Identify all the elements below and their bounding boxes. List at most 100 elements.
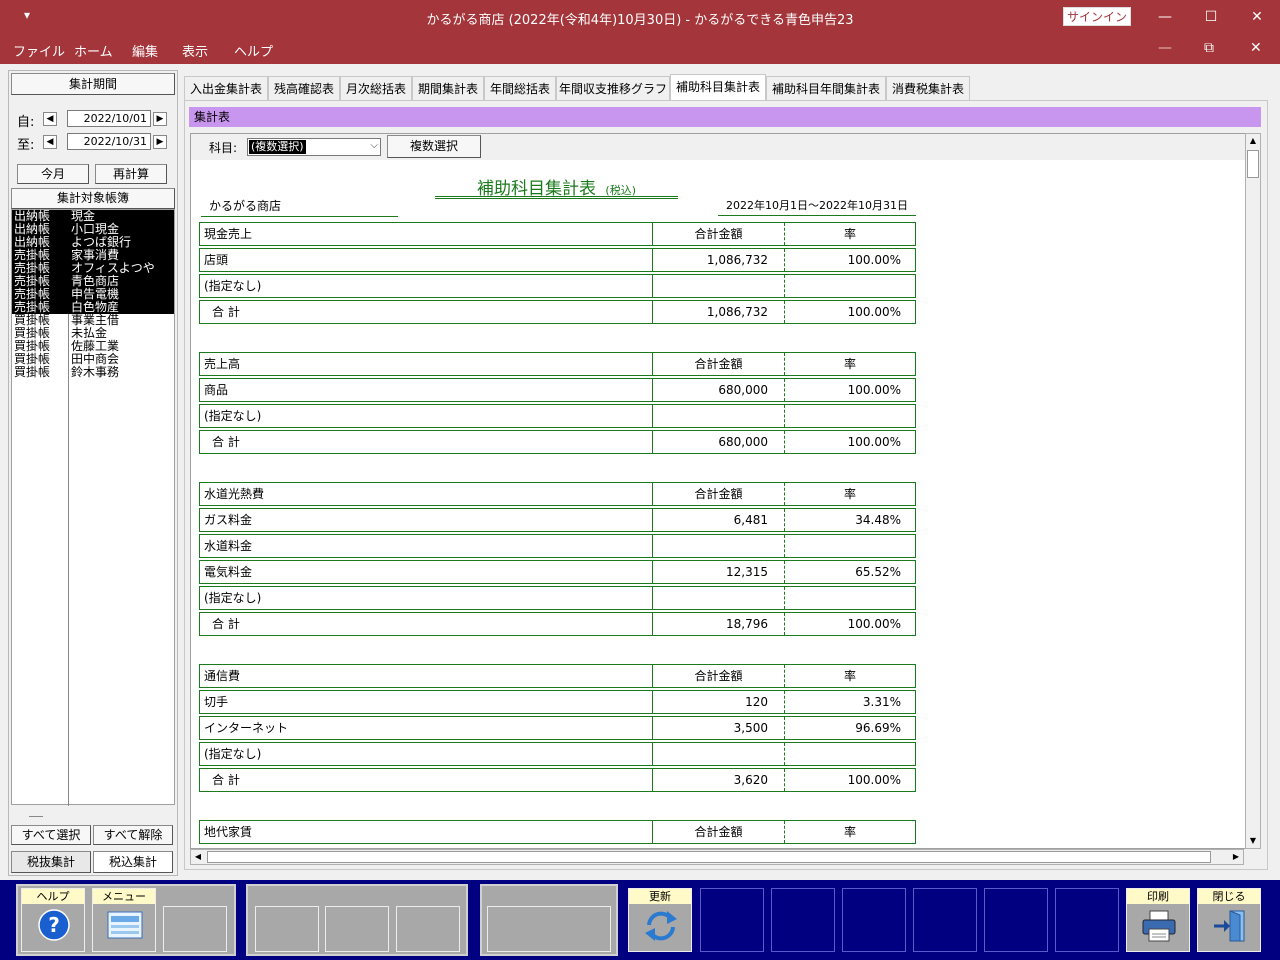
amount-cell: 3,500 — [652, 717, 784, 739]
tab-annual[interactable]: 年間総括表 — [484, 76, 556, 100]
scroll-up-icon[interactable]: ▲ — [1246, 134, 1260, 148]
rate-cell: 96.69% — [784, 717, 915, 739]
menu-edit[interactable]: 編集 — [132, 41, 158, 60]
tax-excl-button[interactable]: 税抜集計 — [11, 851, 91, 873]
rate-cell — [784, 587, 915, 609]
menu-home[interactable]: ホーム — [74, 41, 113, 60]
empty-key-4 — [396, 906, 460, 952]
menu-key[interactable]: メニュー — [92, 888, 156, 952]
amount-cell: 合計金額 — [652, 665, 784, 687]
panel-title: 集計表 — [189, 107, 1261, 127]
fkey-group-1: ヘルプ ? メニュー — [16, 884, 236, 956]
table-row: (指定なし) — [199, 742, 916, 766]
hscroll-thumb[interactable] — [207, 851, 1211, 863]
scroll-down-icon[interactable]: ▼ — [1246, 834, 1260, 848]
maximize-button[interactable]: ☐ — [1188, 0, 1234, 34]
to-next-arrow-icon[interactable]: ▶ — [153, 135, 167, 149]
scroll-left-icon[interactable]: ◀ — [191, 850, 205, 864]
tab-monthly[interactable]: 月次総括表 — [340, 76, 412, 100]
to-date-field[interactable]: 2022/10/31 — [67, 133, 151, 150]
svg-text:?: ? — [48, 913, 60, 937]
menu-key-label: メニュー — [93, 889, 155, 904]
scroll-right-icon[interactable]: ▶ — [1229, 850, 1243, 864]
to-prev-arrow-icon[interactable]: ◀ — [43, 135, 57, 149]
tab-sub-account[interactable]: 補助科目集計表 — [670, 74, 766, 100]
rate-cell: 34.48% — [784, 509, 915, 531]
minimize-button[interactable]: — — [1142, 0, 1188, 34]
rate-cell: 率 — [784, 483, 915, 505]
tab-period[interactable]: 期間集計表 — [412, 76, 484, 100]
tab-balance[interactable]: 残高確認表 — [268, 76, 340, 100]
from-prev-arrow-icon[interactable]: ◀ — [43, 112, 57, 126]
doc-minimize-button[interactable]: — — [1158, 40, 1172, 56]
deselect-all-button[interactable]: すべて解除 — [93, 825, 173, 845]
report-toolbar: 科目: (複数選択) ⌵ 複数選択 — [191, 134, 1247, 160]
books-header[interactable]: 集計対象帳簿 — [11, 188, 175, 209]
rate-cell — [784, 275, 915, 297]
report-area: 科目: (複数選択) ⌵ 複数選択 補助科目集計表 (税込) かるがる商店 20… — [190, 133, 1248, 849]
empty-slot-2 — [771, 888, 835, 952]
chevron-down-icon[interactable]: ⌵ — [370, 140, 378, 151]
doc-restore-button[interactable]: ⧉ — [1204, 40, 1214, 56]
label-cell: 合 計 — [212, 435, 240, 449]
main-panel: 集計表 科目: (複数選択) ⌵ 複数選択 補助科目集計表 (税込) かるがる商… — [184, 100, 1268, 870]
left-panel: 集計期間 自: ◀ 2022/10/01 ▶ 至: ◀ 2022/10/31 ▶… — [8, 70, 178, 876]
menu-view[interactable]: 表示 — [182, 41, 208, 60]
tax-incl-button[interactable]: 税込集計 — [93, 851, 173, 873]
label-cell: 電気料金 — [204, 565, 253, 579]
label-cell: 水道料金 — [204, 539, 253, 553]
vertical-scrollbar[interactable]: ▲ ▼ — [1245, 133, 1261, 849]
close-key[interactable]: 閉じる — [1197, 888, 1261, 952]
menu-file[interactable]: ファイル — [13, 41, 65, 60]
book-list[interactable]: 出納帳 現金 出納帳 小口現金 出納帳 よつば銀行 売掛帳 家事消費 売掛帳 オフィスよつや 売掛帳… — [11, 209, 175, 806]
print-key[interactable]: 印刷 — [1126, 888, 1190, 952]
menu-bar: ファイル ホーム 編集 表示 ヘルプ — ⧉ ✕ — [0, 34, 1280, 64]
rate-cell: 100.00% — [784, 431, 915, 453]
rate-cell: 率 — [784, 223, 915, 245]
section-header-row: 水道光熱費 合計金額率 — [199, 482, 916, 506]
multi-select-button[interactable]: 複数選択 — [387, 135, 481, 158]
amount-cell — [652, 405, 784, 427]
title-bar: ▾ かるがる商店 (2022年(令和4年)10月30日) - かるがるできる青色… — [0, 0, 1280, 34]
account-select-value: (複数選択) — [249, 140, 306, 154]
signin-button[interactable]: サインイン — [1063, 7, 1131, 26]
table-row: (指定なし) — [199, 586, 916, 610]
amount-cell — [652, 535, 784, 557]
tab-annual-graph[interactable]: 年間収支推移グラフ — [556, 76, 670, 100]
total-row: 合 計 680,000 100.00% — [199, 430, 916, 454]
account-select[interactable]: (複数選択) ⌵ — [247, 138, 381, 156]
this-month-button[interactable]: 今月 — [17, 164, 89, 184]
help-key[interactable]: ヘルプ ? — [21, 888, 85, 952]
label-cell: (指定なし) — [204, 279, 262, 293]
doc-close-button[interactable]: ✕ — [1250, 40, 1262, 56]
fkey-group-3 — [480, 884, 618, 956]
rate-cell — [784, 535, 915, 557]
label-cell: 商品 — [204, 383, 229, 397]
recalc-button[interactable]: 再計算 — [95, 164, 167, 184]
refresh-key[interactable]: 更新 — [628, 888, 692, 952]
menu-help[interactable]: ヘルプ — [234, 41, 273, 60]
from-date-field[interactable]: 2022/10/01 — [67, 110, 151, 127]
total-row: 合 計 1,086,732 100.00% — [199, 300, 916, 324]
empty-slot-3 — [842, 888, 906, 952]
tab-sub-account-annual[interactable]: 補助科目年間集計表 — [766, 76, 886, 100]
table-row: ガス料金 6,481 34.48% — [199, 508, 916, 532]
section-header-row: 地代家賃 合計金額率 — [199, 820, 916, 844]
total-row: 合 計 3,620 100.00% — [199, 768, 916, 792]
horizontal-scrollbar[interactable]: ◀ ▶ — [190, 849, 1244, 865]
table-row: 切手 120 3.31% — [199, 690, 916, 714]
vscroll-thumb[interactable] — [1247, 150, 1259, 178]
label-cell: 合 計 — [212, 305, 240, 319]
empty-key-5 — [487, 906, 611, 952]
rate-cell: 100.00% — [784, 379, 915, 401]
rate-cell — [784, 405, 915, 427]
tab-consumption-tax[interactable]: 消費税集計表 — [886, 76, 970, 100]
select-all-button[interactable]: すべて選択 — [11, 825, 91, 845]
book-list-item[interactable]: 買掛帳 鈴木事務 — [12, 366, 174, 379]
from-next-arrow-icon[interactable]: ▶ — [153, 112, 167, 126]
period-button[interactable]: 集計期間 — [11, 73, 175, 95]
close-window-button[interactable]: ✕ — [1234, 0, 1280, 34]
amount-cell — [652, 587, 784, 609]
tab-cashflow[interactable]: 入出金集計表 — [184, 76, 268, 100]
book-type: 買掛帳 — [14, 365, 51, 379]
